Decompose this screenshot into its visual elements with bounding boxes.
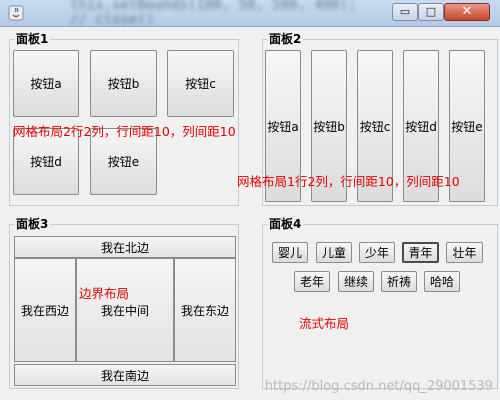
grid-layout-note-1: 网格布局2行2列，行间距10，列间距10 xyxy=(13,124,236,139)
west-button[interactable]: 我在西边 xyxy=(14,258,76,362)
panel1-button-b[interactable]: 按钮b xyxy=(90,50,157,117)
panel1-button-c[interactable]: 按钮c xyxy=(167,50,234,117)
minimize-button[interactable]: ▭ xyxy=(392,3,418,21)
panel1-button-a[interactable]: 按钮a xyxy=(13,50,79,117)
panel-3: 面板3 我在北边 我在西边 我在中间 我在东边 我在南边 xyxy=(9,216,239,389)
center-button[interactable]: 我在中间 xyxy=(76,258,174,362)
flow-button-infant[interactable]: 婴儿 xyxy=(272,242,308,263)
flow-button-continue[interactable]: 继续 xyxy=(338,271,374,292)
flow-button-elder[interactable]: 老年 xyxy=(294,271,330,292)
flow-layout-note: 流式布局 xyxy=(299,316,350,331)
flow-button-haha[interactable]: 哈哈 xyxy=(424,271,460,292)
minimize-icon: ▭ xyxy=(399,5,411,18)
border-layout-note: 边界布局 xyxy=(79,286,130,301)
close-icon: ✕ xyxy=(461,4,473,19)
south-button[interactable]: 我在南边 xyxy=(14,364,236,386)
panel-3-title: 面板3 xyxy=(14,216,51,232)
flow-button-child[interactable]: 儿童 xyxy=(316,242,352,263)
north-button[interactable]: 我在北边 xyxy=(14,236,236,258)
maximize-button[interactable]: □ xyxy=(418,3,444,21)
panel-2-title: 面板2 xyxy=(267,31,304,47)
maximize-icon: □ xyxy=(425,5,437,18)
close-button[interactable]: ✕ xyxy=(444,3,490,21)
panel-1-title: 面板1 xyxy=(14,31,51,47)
java-app-icon xyxy=(8,5,24,21)
flow-button-teen[interactable]: 少年 xyxy=(359,242,395,263)
content-pane: 面板1 按钮a 按钮b 按钮c 按钮d 按钮e 面板2 按钮a 按钮b 按钮c … xyxy=(1,27,499,400)
panel-4: 面板4 婴儿 儿童 少年 青年 壮年 老年 继续 祈祷 哈哈 xyxy=(262,216,498,389)
panel-4-title: 面板4 xyxy=(267,216,304,232)
window-titlebar[interactable]: this.setBounds(100, 50, 500, 400); // cl… xyxy=(0,0,500,28)
csdn-watermark: https://blog.csdn.net/qq_29001539 xyxy=(264,379,493,394)
background-code-text: this.setBounds(100, 50, 500, 400); // cl… xyxy=(70,0,357,28)
flow-button-pray[interactable]: 祈祷 xyxy=(381,271,417,292)
flow-button-youth[interactable]: 青年 xyxy=(402,242,439,263)
east-button[interactable]: 我在东边 xyxy=(174,258,236,362)
flow-button-prime[interactable]: 壮年 xyxy=(446,242,483,263)
grid-layout-note-2: 网格布局1行2列，行间距10，列间距10 xyxy=(237,174,460,189)
